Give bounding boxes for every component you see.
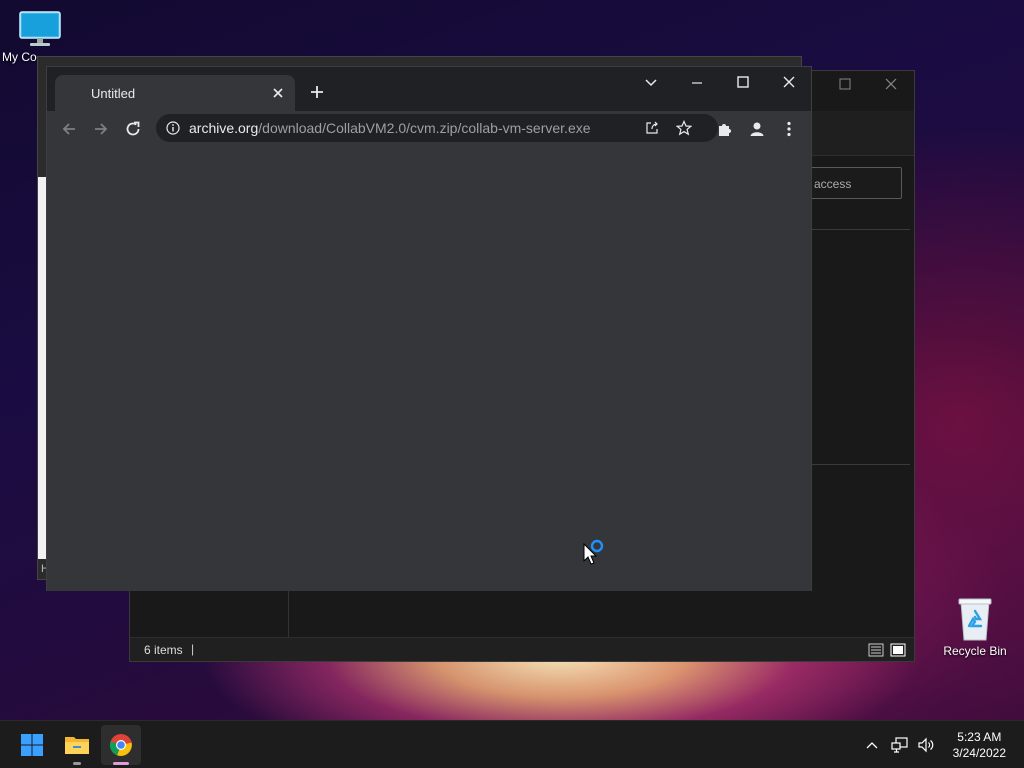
chrome-taskbar-button[interactable] (101, 725, 141, 765)
url-text[interactable]: archive.org/download/CollabVM2.0/cvm.zip… (189, 120, 591, 136)
tab-search-chevron-icon[interactable] (643, 75, 659, 91)
running-indicator (73, 762, 81, 765)
maximize-icon[interactable] (838, 77, 852, 91)
bookmark-star-icon[interactable] (676, 120, 692, 136)
status-bar: 6 items | (130, 637, 914, 661)
address-bar[interactable]: archive.org/download/CollabVM2.0/cvm.zip… (156, 114, 718, 142)
tab-title: Untitled (91, 86, 136, 101)
clock-date: 3/24/2022 (952, 746, 1006, 760)
new-tab-icon[interactable] (308, 83, 326, 101)
monitor-icon (18, 10, 62, 48)
start-button[interactable] (12, 725, 52, 765)
minimize-icon[interactable] (689, 75, 705, 91)
menu-kebab-icon[interactable] (775, 115, 803, 143)
search-placeholder: access (814, 177, 852, 191)
recycle-bin-icon (955, 596, 995, 642)
reload-icon[interactable] (119, 115, 147, 143)
folder-icon (65, 737, 89, 754)
clock-time: 5:23 AM (957, 730, 1002, 744)
tab-untitled[interactable]: Untitled (55, 75, 295, 111)
close-window-icon[interactable] (781, 74, 797, 90)
divider (810, 464, 910, 465)
system-clock[interactable]: 5:23 AM 3/24/2022 (953, 729, 1006, 761)
item-count: 6 items (144, 643, 183, 657)
profile-icon[interactable] (743, 115, 771, 143)
forward-icon[interactable] (87, 115, 115, 143)
status-separator: | (191, 642, 195, 656)
volume-icon[interactable] (917, 736, 935, 754)
maximize-icon[interactable] (735, 74, 751, 90)
close-icon[interactable] (884, 77, 898, 91)
windows-logo-icon (21, 734, 43, 756)
chrome-icon (109, 734, 132, 756)
back-icon[interactable] (55, 115, 83, 143)
taskbar: 5:23 AM 3/24/2022 (0, 720, 1024, 768)
url-path: /download/CollabVM2.0/cvm.zip/collab-vm-… (258, 120, 591, 136)
browser-toolbar: archive.org/download/CollabVM2.0/cvm.zip… (47, 111, 811, 147)
pane-divider (288, 591, 289, 637)
extensions-puzzle-icon[interactable] (711, 115, 739, 143)
file-explorer-taskbar-button[interactable] (57, 725, 97, 765)
search-input[interactable]: access (810, 167, 902, 199)
tiles-view-icon[interactable] (890, 642, 906, 658)
page-content[interactable] (47, 147, 811, 591)
chevron-up-icon[interactable] (864, 737, 880, 753)
network-icon[interactable] (891, 736, 909, 754)
browser-window[interactable]: Untitled archive.org/download/CollabVM2.… (46, 66, 812, 591)
tab-strip: Untitled (47, 67, 811, 111)
busy-cursor-icon (583, 537, 609, 567)
share-icon[interactable] (644, 120, 660, 136)
divider (810, 229, 910, 230)
details-view-icon[interactable] (868, 642, 884, 658)
url-domain: archive.org (189, 120, 259, 136)
desktop-icon-label: Recycle Bin (943, 644, 1007, 658)
active-indicator (113, 762, 129, 765)
desktop-icon-recycle-bin[interactable]: Recycle Bin (935, 596, 1015, 658)
tab-close-icon[interactable] (271, 86, 285, 100)
site-info-icon[interactable] (166, 121, 180, 135)
